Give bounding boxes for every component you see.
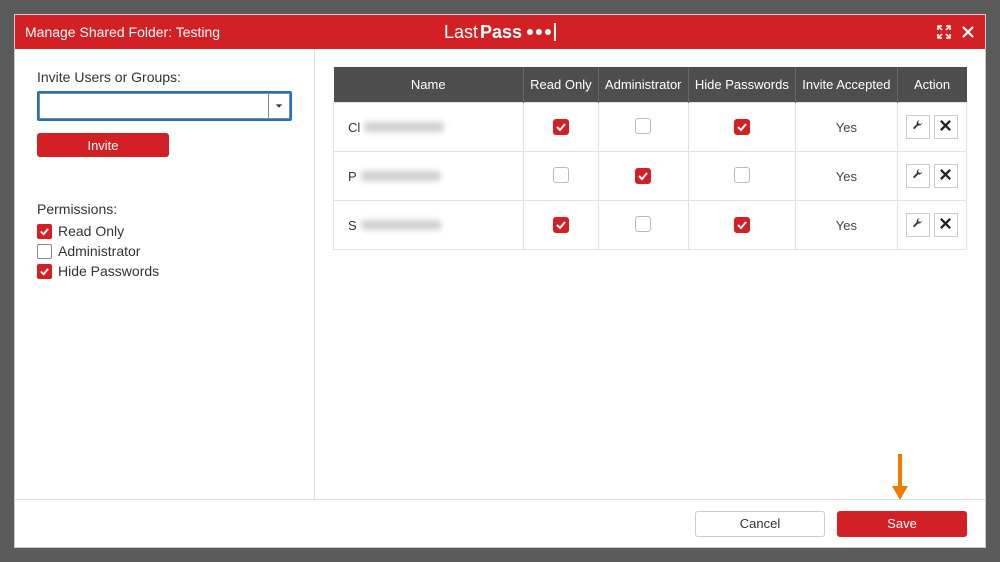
- invite-input[interactable]: [39, 93, 268, 119]
- col-read-only: Read Only: [524, 67, 599, 103]
- remove-button[interactable]: [934, 213, 958, 237]
- manage-shared-folder-dialog: Manage Shared Folder: Testing LastPass I…: [14, 14, 986, 548]
- hide-passwords-checkbox[interactable]: [734, 119, 750, 135]
- table-header: Name Read Only Administrator Hide Passwo…: [334, 67, 967, 103]
- invite-accepted-cell: Yes: [796, 201, 898, 250]
- action-cell: [906, 115, 958, 139]
- hide-passwords-checkbox[interactable]: [37, 264, 52, 279]
- main-content: Name Read Only Administrator Hide Passwo…: [315, 49, 985, 499]
- save-button[interactable]: Save: [837, 511, 967, 537]
- wrench-icon: [911, 119, 924, 135]
- lastpass-logo: LastPass: [444, 22, 556, 43]
- read-only-checkbox[interactable]: [553, 217, 569, 233]
- name-redacted: [361, 220, 441, 230]
- name-prefix: Cl: [348, 120, 360, 135]
- users-table: Name Read Only Administrator Hide Passwo…: [333, 67, 967, 250]
- name-redacted: [361, 171, 441, 181]
- invite-accepted-cell: Yes: [796, 152, 898, 201]
- administrator-checkbox[interactable]: [37, 244, 52, 259]
- x-icon: [939, 119, 952, 135]
- name-prefix: P: [348, 169, 357, 184]
- edit-button[interactable]: [906, 164, 930, 188]
- col-administrator: Administrator: [598, 67, 688, 103]
- name-cell: S: [348, 218, 515, 233]
- read-only-checkbox[interactable]: [553, 119, 569, 135]
- col-invite-accepted: Invite Accepted: [796, 67, 898, 103]
- edit-button[interactable]: [906, 213, 930, 237]
- administrator-checkbox[interactable]: [635, 216, 651, 232]
- x-icon: [939, 168, 952, 184]
- col-name: Name: [334, 67, 524, 103]
- table-row: Cl Yes: [334, 103, 967, 152]
- expand-icon[interactable]: [937, 25, 951, 39]
- wrench-icon: [911, 168, 924, 184]
- table-row: P Yes: [334, 152, 967, 201]
- permission-row-read-only: Read Only: [37, 223, 292, 239]
- permission-row-hide-passwords: Hide Passwords: [37, 263, 292, 279]
- remove-button[interactable]: [934, 115, 958, 139]
- close-icon[interactable]: [961, 25, 975, 39]
- administrator-checkbox[interactable]: [635, 118, 651, 134]
- invite-button[interactable]: Invite: [37, 133, 169, 157]
- dialog-body: Invite Users or Groups: Invite Permissio…: [15, 49, 985, 499]
- invite-label: Invite Users or Groups:: [37, 69, 292, 85]
- invite-dropdown-button[interactable]: [268, 93, 290, 119]
- read-only-checkbox[interactable]: [37, 224, 52, 239]
- permissions-heading: Permissions:: [37, 201, 292, 217]
- action-cell: [906, 213, 958, 237]
- invite-combobox: [37, 91, 292, 121]
- hide-passwords-checkbox[interactable]: [734, 167, 750, 183]
- administrator-checkbox[interactable]: [635, 168, 651, 184]
- invite-accepted-cell: Yes: [796, 103, 898, 152]
- dialog-title: Manage Shared Folder: Testing: [25, 24, 220, 40]
- permission-label: Hide Passwords: [58, 263, 159, 279]
- permission-label: Administrator: [58, 243, 140, 259]
- table-body: Cl Yes P Yes S Yes: [334, 103, 967, 250]
- dialog-footer: Cancel Save: [15, 499, 985, 547]
- name-prefix: S: [348, 218, 357, 233]
- edit-button[interactable]: [906, 115, 930, 139]
- chevron-down-icon: [275, 102, 283, 110]
- name-redacted: [364, 122, 444, 132]
- name-cell: P: [348, 169, 515, 184]
- action-cell: [906, 164, 958, 188]
- wrench-icon: [911, 217, 924, 233]
- name-cell: Cl: [348, 120, 515, 135]
- x-icon: [939, 217, 952, 233]
- sidebar: Invite Users or Groups: Invite Permissio…: [15, 49, 315, 499]
- col-hide-passwords: Hide Passwords: [688, 67, 795, 103]
- read-only-checkbox[interactable]: [553, 167, 569, 183]
- logo-cursor-icon: [554, 23, 556, 41]
- header-controls: [937, 25, 975, 39]
- col-action: Action: [897, 67, 966, 103]
- dialog-header: Manage Shared Folder: Testing LastPass: [15, 15, 985, 49]
- permission-row-administrator: Administrator: [37, 243, 292, 259]
- hide-passwords-checkbox[interactable]: [734, 217, 750, 233]
- cancel-button[interactable]: Cancel: [695, 511, 825, 537]
- remove-button[interactable]: [934, 164, 958, 188]
- table-row: S Yes: [334, 201, 967, 250]
- permission-label: Read Only: [58, 223, 124, 239]
- logo-dots-icon: [527, 29, 551, 35]
